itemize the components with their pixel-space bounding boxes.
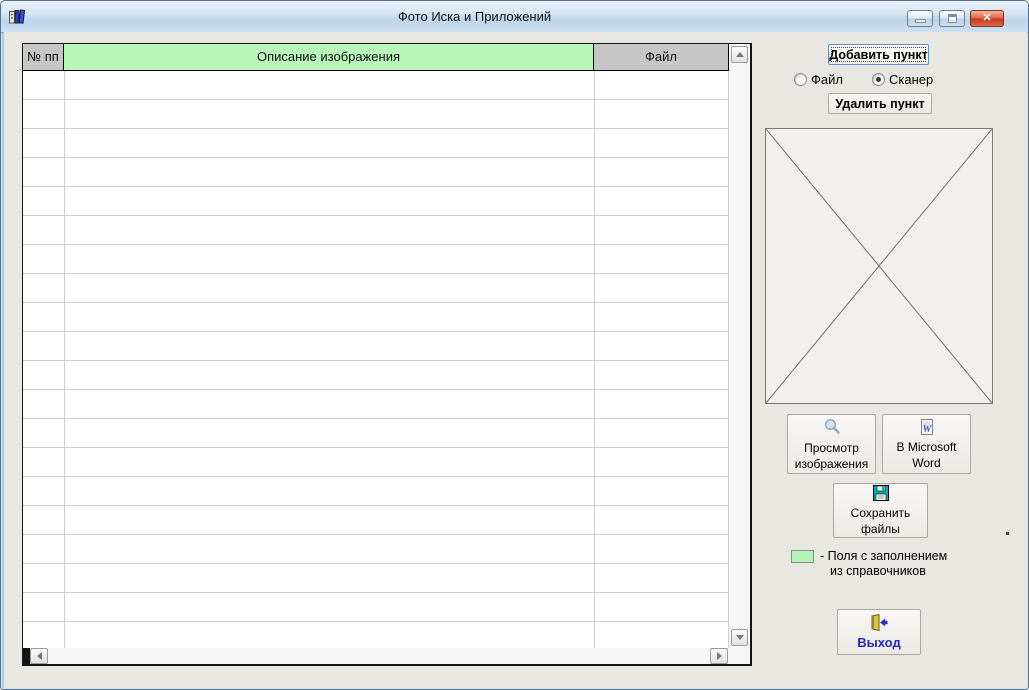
minimize-icon [914,19,926,23]
title-bar: Фото Иска и Приложений ✕ [1,1,1028,33]
legend-text: - Поля с заполнением из справочников [820,549,1000,579]
close-icon: ✕ [982,12,992,24]
exit-door-icon [869,613,889,634]
magnifier-icon [823,418,841,439]
grid-header-description: Описание изображения [64,44,594,71]
dialog-window: Фото Иска и Приложений ✕ № пп Описание и… [0,0,1029,690]
save-files-label-line2: файлы [861,522,900,536]
save-files-label-line1: Сохранить [850,506,911,520]
delete-item-button[interactable]: Удалить пункт [828,93,932,114]
word-document-icon: W [919,418,935,438]
grid-column-divider [594,71,595,648]
scroll-left-button[interactable] [30,648,48,664]
arrow-left-icon [36,652,42,660]
svg-text:W: W [922,424,932,435]
arrow-right-icon [716,652,722,660]
stray-dot [1006,532,1009,535]
to-word-label-line1: В Microsoft [896,439,957,454]
grid-header-number: № пп [23,44,64,71]
grid-header-file: Файл [594,44,729,71]
image-preview-placeholder [765,128,993,404]
arrow-up-icon [735,52,744,57]
save-files-button[interactable]: Сохранить файлы [833,483,928,538]
view-image-label-line1: Просмотр [804,440,859,455]
scroll-down-button[interactable] [731,629,748,646]
horizontal-scrollbar[interactable] [23,648,750,664]
legend-line2: из справочников [830,564,926,578]
exit-label: Выход [857,635,901,650]
maximize-icon [947,14,957,23]
grid-column-divider [64,71,65,648]
window-title: Фото Иска и Приложений [397,9,552,24]
radio-source-file[interactable]: Файл [794,72,843,87]
minimize-button[interactable] [907,10,933,27]
to-word-button[interactable]: W В Microsoft Word [882,414,971,474]
arrow-down-icon [735,635,744,640]
grid-body[interactable] [23,71,729,648]
radio-source-scanner[interactable]: Сканер [872,72,933,87]
maximize-button[interactable] [939,10,965,27]
add-item-button[interactable]: Добавить пункт [828,44,929,65]
to-word-label-line2: Word [912,455,941,470]
view-image-button[interactable]: Просмотр изображения [787,414,876,474]
green-field-swatch [791,550,814,563]
radio-scanner-label: Сканер [889,72,934,87]
close-button[interactable]: ✕ [970,10,1004,27]
vertical-scrollbar[interactable] [729,44,750,648]
floppy-disk-icon [872,485,889,504]
view-image-label-line2: изображения [794,456,869,471]
images-grid: № пп Описание изображения Файл [22,43,752,666]
scroll-up-button[interactable] [731,46,748,63]
exit-button[interactable]: Выход [837,609,921,655]
grid-header-row: № пп Описание изображения Файл [23,44,729,71]
scroll-right-button[interactable] [710,648,728,664]
legend-line1: - Поля с заполнением [820,549,948,563]
radio-file-label: Файл [811,72,843,87]
radio-file-circle[interactable] [794,73,807,86]
radio-scanner-circle[interactable] [872,73,885,86]
scrollbar-corner-block [23,648,30,664]
